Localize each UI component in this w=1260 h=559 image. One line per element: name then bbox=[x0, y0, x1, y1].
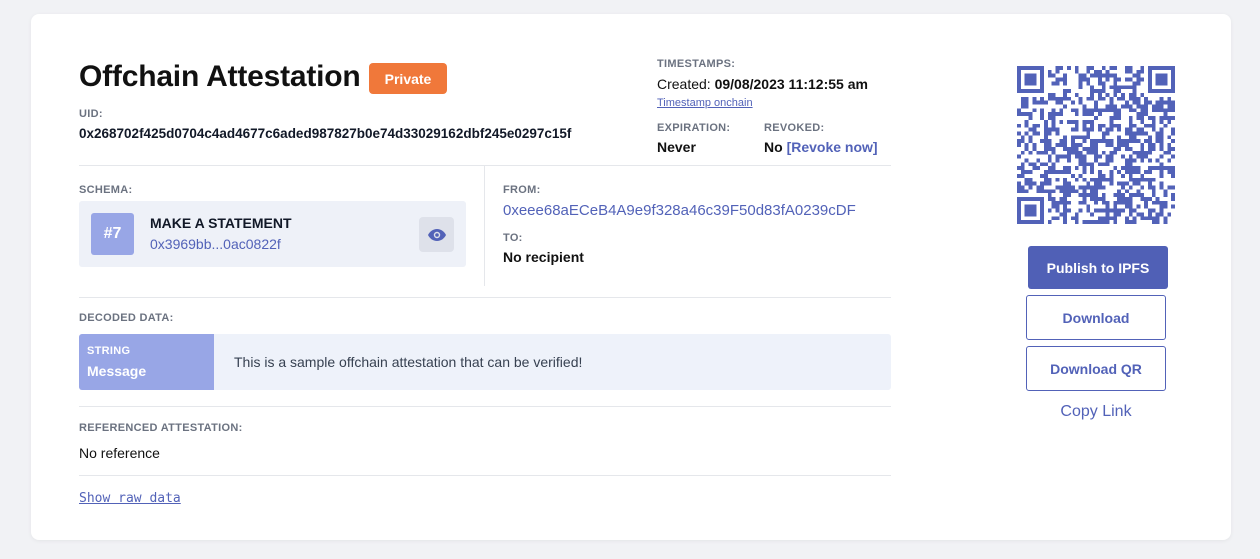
revoked-row: No [Revoke now] bbox=[764, 139, 878, 155]
from-address[interactable]: 0xeee68aECeB4A9e9f328a46c39F50d83fA0239c… bbox=[503, 202, 856, 219]
attestation-card: Offchain Attestation Private UID: 0x2687… bbox=[31, 14, 1231, 540]
schema-label: SCHEMA: bbox=[79, 184, 133, 196]
divider bbox=[79, 475, 891, 476]
copy-link-button[interactable]: Copy Link bbox=[1026, 403, 1166, 421]
divider bbox=[79, 297, 891, 298]
to-label: TO: bbox=[503, 232, 523, 244]
timestamp-onchain-link[interactable]: Timestamp onchain bbox=[657, 97, 753, 109]
referenced-attestation-value: No reference bbox=[79, 445, 160, 461]
uid-value: 0x268702f425d0704c4ad4677c6aded987827b0e… bbox=[79, 126, 572, 141]
download-qr-button[interactable]: Download QR bbox=[1026, 346, 1166, 391]
revoked-label: REVOKED: bbox=[764, 122, 825, 134]
divider bbox=[79, 165, 891, 166]
qr-code bbox=[1017, 66, 1175, 224]
field-type-cell: STRING Message bbox=[79, 334, 214, 390]
schema-card[interactable]: #7 MAKE A STATEMENT 0x3969bb...0ac0822f bbox=[79, 201, 466, 267]
referenced-attestation-label: REFERENCED ATTESTATION: bbox=[79, 422, 243, 434]
created-row: Created: 09/08/2023 11:12:55 am bbox=[657, 76, 868, 92]
schema-name: MAKE A STATEMENT bbox=[150, 215, 292, 231]
eye-icon bbox=[427, 228, 446, 241]
timestamps-label: TIMESTAMPS: bbox=[657, 58, 736, 70]
publish-to-ipfs-button[interactable]: Publish to IPFS bbox=[1028, 246, 1168, 289]
uid-label: UID: bbox=[79, 108, 103, 120]
page-title: Offchain Attestation bbox=[79, 60, 361, 93]
to-value: No recipient bbox=[503, 249, 584, 265]
from-label: FROM: bbox=[503, 184, 541, 196]
expiration-label: EXPIRATION: bbox=[657, 122, 731, 134]
field-type: STRING bbox=[87, 345, 131, 357]
field-name: Message bbox=[87, 363, 147, 379]
revoked-value: No bbox=[764, 139, 783, 155]
private-badge: Private bbox=[369, 63, 447, 94]
column-divider bbox=[484, 166, 485, 286]
qr-code-icon bbox=[1017, 66, 1175, 224]
revoke-now-link[interactable]: [Revoke now] bbox=[787, 139, 878, 155]
schema-number: #7 bbox=[91, 213, 134, 255]
show-raw-data-link[interactable]: Show raw data bbox=[79, 491, 181, 506]
download-button[interactable]: Download bbox=[1026, 295, 1166, 340]
field-value: This is a sample offchain attestation th… bbox=[234, 354, 583, 370]
created-prefix: Created: bbox=[657, 76, 711, 92]
decoded-data-label: DECODED DATA: bbox=[79, 312, 174, 324]
divider bbox=[79, 406, 891, 407]
decoded-field-row: STRING Message This is a sample offchain… bbox=[79, 334, 891, 390]
expiration-value: Never bbox=[657, 139, 696, 155]
schema-address[interactable]: 0x3969bb...0ac0822f bbox=[150, 236, 281, 252]
view-schema-button[interactable] bbox=[419, 217, 454, 252]
created-value: 09/08/2023 11:12:55 am bbox=[714, 76, 868, 92]
